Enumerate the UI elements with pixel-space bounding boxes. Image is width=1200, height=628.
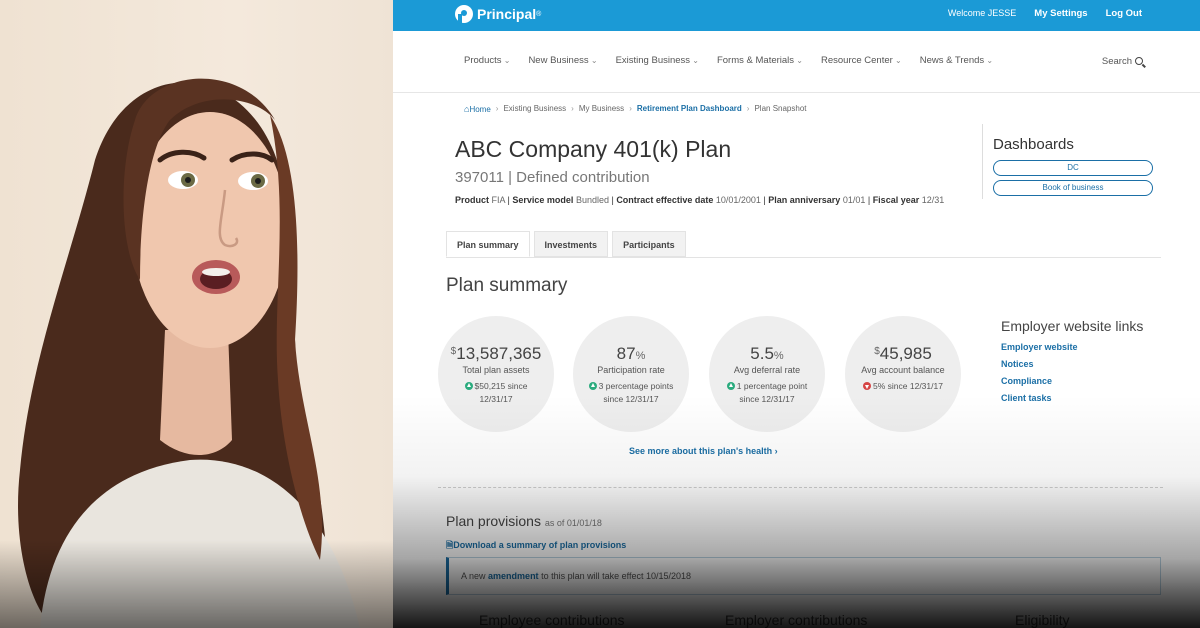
plan-tabs: Plan summary Investments Participants [446, 231, 686, 257]
employer-contributions-heading: Employer contributions [725, 612, 868, 628]
search-icon [1135, 57, 1143, 65]
nav-products[interactable]: Products [464, 55, 510, 66]
employer-links: Employer website links Employer website … [1001, 318, 1143, 410]
search-button[interactable]: Search [1102, 56, 1143, 67]
nav-new-business[interactable]: New Business [528, 55, 597, 66]
breadcrumb: Home › Existing Business › My Business ›… [464, 104, 807, 114]
amendment-link[interactable]: amendment [488, 571, 539, 581]
principal-logo-icon [455, 5, 473, 24]
compliance-link[interactable]: Compliance [1001, 376, 1143, 386]
tab-underline [446, 257, 1161, 258]
hero-photo [0, 0, 393, 628]
employer-links-title: Employer website links [1001, 318, 1144, 334]
nav-resource-center[interactable]: Resource Center [821, 55, 902, 66]
metric-avg-account-balance: $45,985 Avg account balance 5% since 12/… [845, 316, 961, 432]
my-settings-link[interactable]: My Settings [1034, 8, 1087, 19]
client-tasks-link[interactable]: Client tasks [1001, 393, 1143, 403]
amendment-notice: A new amendment to this plan will take e… [446, 557, 1161, 595]
employee-contributions-heading: Employee contributions [479, 612, 625, 628]
browser-page: Principal ® Welcome JESSE My Settings Lo… [393, 0, 1200, 628]
woman-portrait-illustration [18, 78, 360, 628]
top-bar: Principal ® Welcome JESSE My Settings Lo… [393, 0, 1200, 31]
metric-total-plan-assets: $13,587,365 Total plan assets $50,215 si… [438, 316, 554, 432]
breadcrumb-dashboard[interactable]: Retirement Plan Dashboard [637, 104, 742, 114]
decrease-icon [863, 382, 872, 390]
breadcrumb-my-business[interactable]: My Business [579, 104, 624, 114]
page-title: ABC Company 401(k) Plan [455, 136, 732, 162]
breadcrumb-existing-business[interactable]: Existing Business [503, 104, 566, 114]
increase-icon [464, 382, 473, 390]
eligibility-heading: Eligibility [1015, 612, 1070, 628]
breadcrumb-current: Plan Snapshot [754, 104, 807, 113]
breadcrumb-home[interactable]: Home [464, 104, 490, 114]
plan-health-link[interactable]: See more about this plan's health › [629, 446, 778, 456]
registered-mark: ® [536, 10, 542, 18]
book-of-business-button[interactable]: Book of business [993, 180, 1153, 196]
log-out-link[interactable]: Log Out [1106, 8, 1142, 19]
notices-link[interactable]: Notices [1001, 359, 1143, 369]
nav-forms-materials[interactable]: Forms & Materials [717, 55, 803, 66]
principal-logo[interactable]: Principal ® [455, 3, 541, 25]
tab-participants[interactable]: Participants [612, 231, 686, 257]
plan-meta: Product FIA | Service model Bundled | Co… [455, 195, 945, 205]
section-title: Plan summary [446, 275, 568, 296]
nav-existing-business[interactable]: Existing Business [616, 55, 699, 66]
provision-columns: Employee contributions Employer contribu… [479, 612, 1159, 628]
metric-avg-deferral-rate: 5.5% Avg deferral rate 1 percentage poin… [709, 316, 825, 432]
dashboards-panel: Dashboards DC Book of business [982, 124, 1154, 199]
nav-news-trends[interactable]: News & Trends [920, 55, 993, 66]
section-divider [438, 487, 1163, 488]
increase-icon [726, 382, 735, 390]
tab-investments[interactable]: Investments [533, 231, 609, 257]
download-provisions-link[interactable]: Download a summary of plan provisions [446, 538, 626, 554]
employer-website-link[interactable]: Employer website [1001, 342, 1143, 352]
search-label: Search [1101, 56, 1132, 67]
account-links: Welcome JESSE My Settings Log Out [948, 0, 1142, 26]
brand-name: Principal [477, 6, 537, 22]
dashboards-title: Dashboards [993, 136, 1074, 153]
welcome-text: Welcome JESSE [947, 8, 1017, 18]
plan-provisions-title: Plan provisions as of 01/01/18 [446, 513, 602, 529]
dc-dashboard-button[interactable]: DC [993, 160, 1153, 176]
plan-subtitle: 397011 | Defined contribution [455, 169, 650, 186]
increase-icon [588, 382, 597, 390]
main-navigation: Products New Business Existing Business … [393, 31, 1200, 93]
metric-participation-rate: 87% Participation rate 3 percentage poin… [573, 316, 689, 432]
tab-plan-summary[interactable]: Plan summary [446, 231, 530, 257]
